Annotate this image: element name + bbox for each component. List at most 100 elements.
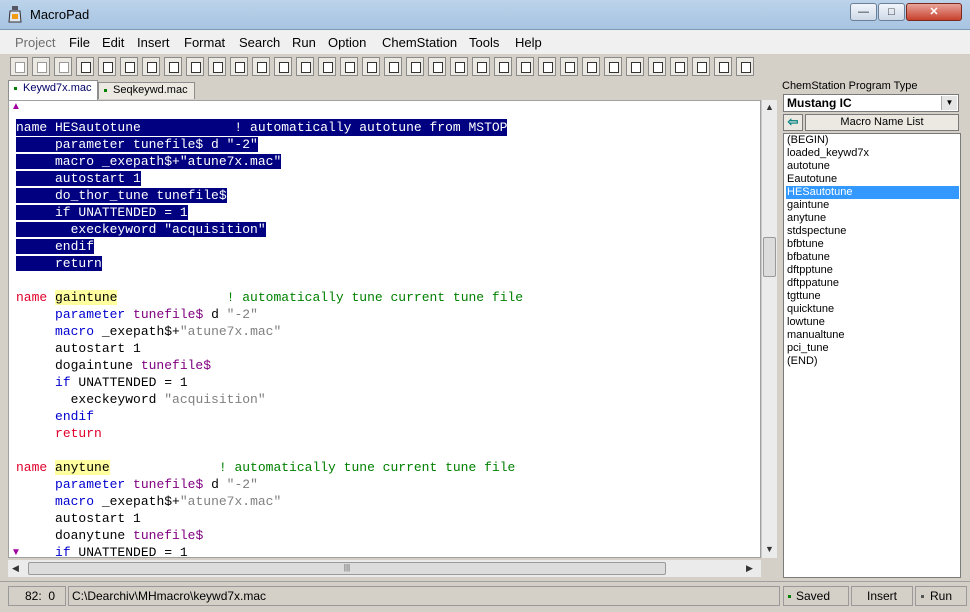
list-item[interactable]: Eautotune (786, 173, 959, 186)
scroll-right-icon[interactable]: ▶ (746, 563, 753, 574)
menu-run[interactable]: Run (292, 35, 316, 50)
save-file-icon[interactable] (120, 57, 138, 76)
print-icon[interactable] (186, 57, 204, 76)
new-file-icon[interactable] (76, 57, 94, 76)
macro-name-list: (BEGIN) loaded_keywd7x autotune Eautotun… (783, 133, 961, 578)
program-type-select[interactable]: Mustang IC ▼ (783, 94, 959, 112)
menu-help[interactable]: Help (515, 35, 542, 50)
menu-format[interactable]: Format (184, 35, 225, 50)
outdent-icon[interactable] (406, 57, 424, 76)
selection-icon[interactable] (538, 57, 556, 76)
font-icon[interactable] (560, 57, 578, 76)
lines-icon[interactable] (648, 57, 666, 76)
code-line: macro _exepath$+"atune7x.mac" (55, 494, 282, 509)
back-arrow-button[interactable]: ⇦ (783, 114, 803, 131)
scroll-down-icon[interactable]: ▼ (765, 544, 774, 554)
macro-debug-icon[interactable] (516, 57, 534, 76)
align-icon[interactable] (428, 57, 446, 76)
code-line: endif (55, 409, 95, 424)
open-file-icon[interactable] (98, 57, 116, 76)
list-item[interactable]: lowtune (786, 316, 959, 329)
redo-icon[interactable] (296, 57, 314, 76)
menu-search[interactable]: Search (239, 35, 280, 50)
run-status[interactable]: Run (915, 586, 967, 606)
list-icon[interactable] (450, 57, 468, 76)
line-icon[interactable] (626, 57, 644, 76)
list-item-selected[interactable]: HESautotune (786, 186, 959, 199)
menu-insert[interactable]: Insert (137, 35, 170, 50)
list-item[interactable]: bfbtune (786, 238, 959, 251)
editor-horizontal-scrollbar[interactable]: ◀ ||| ▶ (8, 560, 761, 577)
indent-icon[interactable] (384, 57, 402, 76)
run-label: Run (930, 589, 953, 603)
window-title: MacroPad (30, 7, 90, 22)
list-item[interactable]: gaintune (786, 199, 959, 212)
list-item[interactable]: quicktune (786, 303, 959, 316)
close-button[interactable]: ✕ (906, 3, 962, 21)
macro-run-icon[interactable] (494, 57, 512, 76)
scroll-left-icon[interactable]: ◀ (12, 563, 19, 574)
close-project-icon[interactable] (54, 57, 72, 76)
list-item[interactable]: manualtune (786, 329, 959, 342)
title-bar: MacroPad — □ ✕ (0, 0, 970, 30)
font-color-icon[interactable] (582, 57, 600, 76)
options-icon[interactable] (714, 57, 732, 76)
list-item[interactable]: tgttune (786, 290, 959, 303)
list-item[interactable]: stdspectune (786, 225, 959, 238)
menu-file[interactable]: File (69, 35, 90, 50)
menu-chemstation[interactable]: ChemStation (382, 35, 457, 50)
bookmark-top-icon: ▲ (11, 101, 21, 112)
code-editor[interactable]: ▲ name HESautotune ! automatically autot… (8, 100, 761, 558)
cursor-column: 0 (48, 589, 56, 603)
menu-edit[interactable]: Edit (102, 35, 124, 50)
menu-tools[interactable]: Tools (469, 35, 499, 50)
minimize-button[interactable]: — (850, 3, 877, 21)
list-item[interactable]: bfbatune (786, 251, 959, 264)
open-folder-icon[interactable] (230, 57, 248, 76)
copy-icon[interactable] (340, 57, 358, 76)
cursor-line: 82 (25, 589, 39, 603)
list-item[interactable]: dftppatune (786, 277, 959, 290)
cut-icon[interactable] (318, 57, 336, 76)
list-item[interactable]: anytune (786, 212, 959, 225)
tab-status-icon (104, 89, 107, 92)
code-line: macro _exepath$+"atune7x.mac" (16, 154, 282, 169)
format-block-icon[interactable] (670, 57, 688, 76)
program-type-label: ChemStation Program Type (782, 80, 918, 92)
saved-indicator-icon (788, 595, 791, 598)
tools-icon[interactable] (692, 57, 710, 76)
save-all-icon[interactable] (142, 57, 160, 76)
find-icon[interactable] (252, 57, 270, 76)
vertical-scroll-thumb[interactable] (763, 237, 776, 277)
macro-name-list-button[interactable]: Macro Name List (805, 114, 959, 131)
list-item[interactable]: loaded_keywd7x (786, 147, 959, 160)
toolbar (0, 54, 780, 80)
code-line: execkeyword "acquisition" (16, 392, 266, 407)
print-preview-icon[interactable] (208, 57, 226, 76)
list-item[interactable]: dftpptune (786, 264, 959, 277)
editor-vertical-scrollbar[interactable]: ▲ ▼ (761, 100, 777, 558)
menu-option[interactable]: Option (328, 35, 366, 50)
list-item[interactable]: (BEGIN) (786, 134, 959, 147)
horizontal-scroll-thumb[interactable]: ||| (28, 562, 666, 575)
tab-keywd7x[interactable]: Keywd7x.mac (8, 80, 99, 100)
chevron-down-icon[interactable]: ▼ (941, 96, 957, 110)
scroll-up-icon[interactable]: ▲ (765, 102, 774, 112)
insert-mode: Insert (851, 586, 913, 606)
paste-icon[interactable] (362, 57, 380, 76)
tab-seqkeywd[interactable]: Seqkeywd.mac (98, 82, 195, 99)
new-project-icon[interactable] (10, 57, 28, 76)
close-file-icon[interactable] (164, 57, 182, 76)
highlight-icon[interactable] (604, 57, 622, 76)
maximize-button[interactable]: □ (878, 3, 905, 21)
code-line: name HESautotune ! automatically autotun… (16, 119, 508, 136)
menu-project[interactable]: Project (15, 35, 55, 50)
macro-step-icon[interactable] (472, 57, 490, 76)
help-icon[interactable] (736, 57, 754, 76)
code-line: parameter tunefile$ d "-2" (55, 477, 258, 492)
undo-icon[interactable] (274, 57, 292, 76)
list-item[interactable]: autotune (786, 160, 959, 173)
open-project-icon[interactable] (32, 57, 50, 76)
list-item[interactable]: pci_tune (786, 342, 959, 355)
list-item[interactable]: (END) (786, 355, 959, 368)
